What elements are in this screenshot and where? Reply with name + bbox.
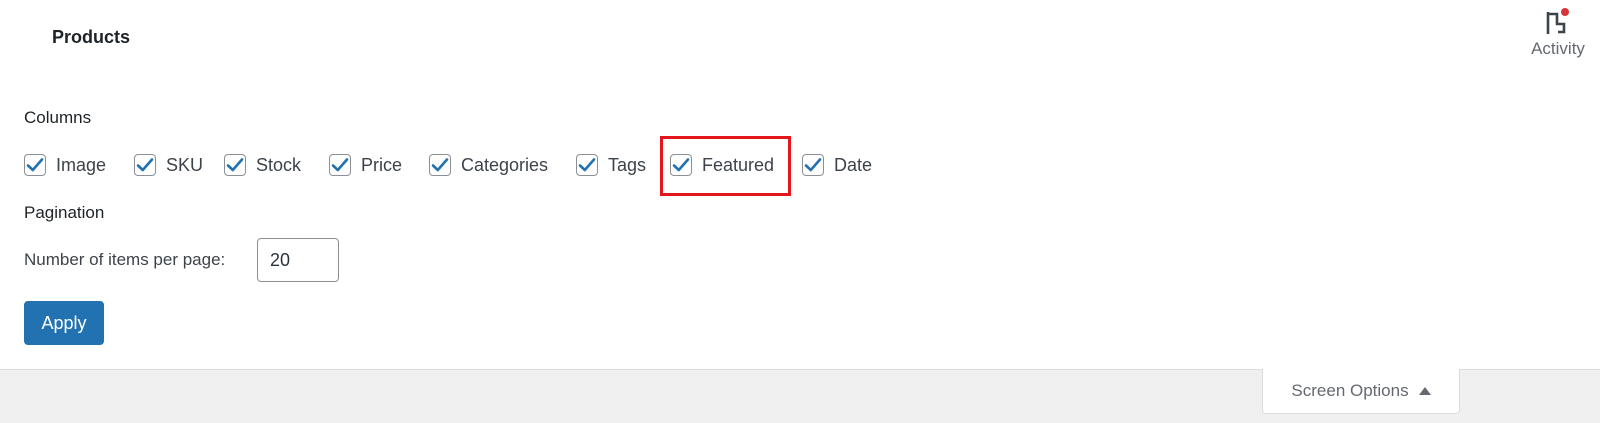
column-label-image: Image: [56, 154, 107, 175]
columns-heading: Columns: [24, 108, 92, 127]
screen-options-panel: Products Activity Columns Image SKU Stoc…: [0, 0, 1600, 370]
checkmark-icon: [136, 158, 154, 172]
column-toggle-categories[interactable]: Categories: [429, 152, 548, 178]
screen-options-label: Screen Options: [1291, 381, 1409, 400]
items-per-page-label: Number of items per page:: [24, 250, 226, 269]
checkbox-date[interactable]: [802, 154, 824, 176]
caret-up-icon: [1418, 387, 1431, 395]
column-label-date: Date: [834, 154, 873, 175]
column-label-stock: Stock: [256, 154, 302, 175]
checkmark-icon: [431, 158, 449, 172]
checkbox-sku[interactable]: [134, 154, 156, 176]
column-label-price: Price: [361, 154, 403, 175]
checkmark-icon: [26, 158, 44, 172]
checkbox-featured[interactable]: [670, 154, 692, 176]
activity-label: Activity: [1531, 39, 1585, 58]
column-toggle-tags[interactable]: Tags: [576, 152, 646, 178]
column-toggle-stock[interactable]: Stock: [224, 152, 301, 178]
column-toggle-image[interactable]: Image: [24, 152, 106, 178]
checkmark-icon: [578, 158, 596, 172]
column-label-tags: Tags: [608, 154, 647, 175]
checkmark-icon: [672, 158, 690, 172]
checkbox-image[interactable]: [24, 154, 46, 176]
column-toggle-sku[interactable]: SKU: [134, 152, 203, 178]
checkbox-stock[interactable]: [224, 154, 246, 176]
apply-button[interactable]: Apply: [24, 301, 104, 345]
checkbox-tags[interactable]: [576, 154, 598, 176]
checkmark-icon: [804, 158, 822, 172]
checkmark-icon: [331, 158, 349, 172]
checkbox-price[interactable]: [329, 154, 351, 176]
page-title: Products: [52, 27, 131, 47]
checkmark-icon: [226, 158, 244, 172]
notification-dot: [1561, 8, 1569, 16]
column-label-sku: SKU: [166, 154, 204, 175]
checkbox-categories[interactable]: [429, 154, 451, 176]
column-toggle-price[interactable]: Price: [329, 152, 402, 178]
column-toggle-date[interactable]: Date: [802, 152, 872, 178]
activity-button[interactable]: Activity: [1526, 6, 1590, 68]
column-toggle-featured[interactable]: Featured: [670, 152, 774, 178]
pagination-heading: Pagination: [24, 203, 105, 222]
column-label-categories: Categories: [461, 154, 549, 175]
column-label-featured: Featured: [702, 154, 775, 175]
activity-flag-icon: [1544, 6, 1572, 36]
screen-options-tab[interactable]: Screen Options: [1262, 369, 1460, 414]
items-per-page-input[interactable]: [257, 238, 339, 282]
